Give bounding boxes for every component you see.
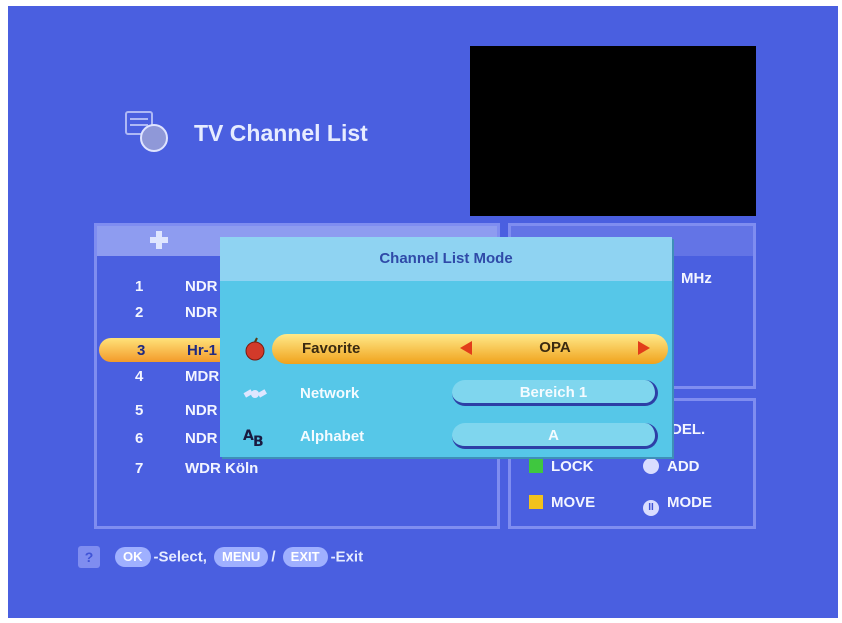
- legend-move: MOVE: [529, 494, 595, 511]
- green-key-icon: [529, 459, 543, 473]
- plus-icon: [150, 231, 168, 249]
- slash: /: [271, 548, 276, 566]
- alphabet-icon: A B: [243, 428, 264, 450]
- option-favorite-value[interactable]: OPA: [452, 335, 658, 361]
- channel-name: NDR: [185, 402, 218, 419]
- channel-number: 7: [135, 460, 144, 477]
- exit-hint: -Exit: [330, 548, 364, 566]
- option-network[interactable]: Network Bereich 1: [220, 377, 672, 411]
- ok-key[interactable]: OK: [115, 547, 151, 567]
- channel-number: 4: [135, 368, 144, 385]
- option-alphabet[interactable]: A B Alphabet A: [220, 420, 672, 454]
- channel-number: 6: [135, 430, 144, 447]
- legend-mode-label: MODE: [667, 494, 712, 511]
- channel-name: NDR: [185, 430, 218, 447]
- channel-number: 5: [135, 402, 144, 419]
- arrow-right-icon[interactable]: [638, 341, 650, 355]
- channel-name: NDR: [185, 278, 218, 295]
- option-favorite[interactable]: Favorite OPA: [220, 332, 672, 366]
- video-preview: [470, 46, 756, 216]
- help-bar: ? OK -Select, MENU / EXIT -Exit: [78, 546, 363, 570]
- channel-name: MDR: [185, 368, 220, 385]
- frequency-unit: MHz: [681, 270, 712, 287]
- legend-lock-label: LOCK: [551, 458, 594, 475]
- option-alphabet-value[interactable]: A: [452, 423, 658, 449]
- option-favorite-label: Favorite: [302, 340, 361, 357]
- add-key-icon: [643, 458, 659, 474]
- channel-number: 1: [135, 278, 144, 295]
- channel-name: WDR Köln: [185, 460, 259, 477]
- svg-text:B: B: [253, 434, 264, 450]
- apple-icon: [245, 337, 265, 361]
- help-icon: ?: [78, 546, 100, 568]
- channel-list-mode-dialog: Channel List Mode Favorite OPA Network B…: [220, 237, 672, 457]
- option-network-label: Network: [300, 385, 360, 402]
- tv-screen: TV Channel List 1 NDR 2 NDR 3 Hr-1 4 MDR…: [8, 6, 838, 618]
- tv-list-icon: [125, 111, 168, 152]
- menu-key[interactable]: MENU: [214, 547, 269, 567]
- option-alphabet-label: Alphabet: [300, 428, 365, 445]
- legend-add: ADD: [643, 458, 700, 475]
- dialog-title: Channel List Mode: [220, 237, 672, 281]
- satellite-icon: [243, 389, 267, 398]
- legend-add-label: ADD: [667, 458, 700, 475]
- exit-key[interactable]: EXIT: [282, 547, 328, 567]
- channel-number: 3: [137, 342, 146, 359]
- channel-row[interactable]: 7 WDR Köln: [97, 456, 497, 482]
- channel-name: NDR: [185, 304, 218, 321]
- legend-del: DEL.: [671, 421, 706, 438]
- legend-move-label: MOVE: [551, 494, 596, 511]
- page-title: TV Channel List: [194, 120, 368, 146]
- legend-mode: II MODE: [643, 494, 712, 516]
- option-network-value[interactable]: Bereich 1: [452, 380, 658, 406]
- pause-key-icon: II: [643, 500, 659, 516]
- yellow-key-icon: [529, 495, 543, 509]
- channel-name: Hr-1: [187, 342, 218, 359]
- legend-lock: LOCK: [529, 458, 594, 475]
- select-hint: -Select,: [153, 548, 207, 566]
- channel-number: 2: [135, 304, 144, 321]
